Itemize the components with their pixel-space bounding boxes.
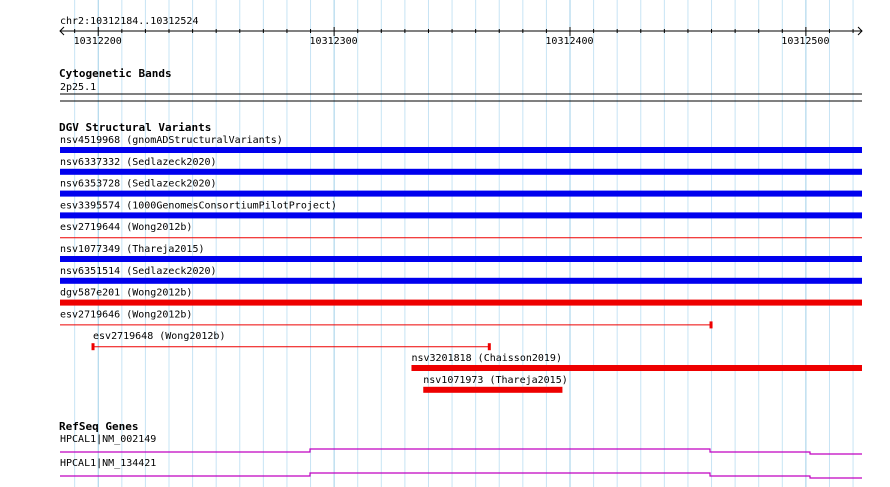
gene-line[interactable] — [60, 448, 862, 455]
dgv-feature[interactable]: nsv1071973 (Thareja2015) — [423, 375, 568, 393]
dgv-feature[interactable]: dgv587e201 (Wong2012b) — [60, 288, 862, 306]
feature-label[interactable]: nsv6353728 (Sedlazeck2020) — [60, 179, 217, 190]
refseq-gene[interactable]: HPCAL1|NM_134421 — [60, 458, 862, 479]
ruler-tick-label: 10312200 — [74, 36, 122, 47]
feature-label[interactable]: esv2719646 (Wong2012b) — [60, 309, 192, 320]
dgv-track: DGV Structural Variants nsv4519968 (gnom… — [59, 121, 862, 393]
dgv-feature[interactable]: nsv6351514 (Sedlazeck2020) — [60, 266, 862, 284]
feature-label[interactable]: nsv1071973 (Thareja2015) — [423, 375, 567, 386]
dgv-feature[interactable]: nsv6353728 (Sedlazeck2020) — [60, 179, 862, 197]
ruler-tick-label: 10312500 — [781, 36, 829, 47]
ruler: chr2:10312184..10312524 10312200 10312300… — [59, 16, 863, 47]
dgv-feature[interactable]: esv2719644 (Wong2012b) — [60, 222, 862, 239]
feature-bar[interactable] — [60, 299, 862, 306]
feature-bar[interactable] — [60, 147, 862, 153]
dgv-features: nsv4519968 (gnomADStructuralVariants) nsv… — [60, 135, 862, 393]
dgv-feature[interactable]: esv2719648 (Wong2012b) — [91, 331, 491, 351]
feature-label[interactable]: esv3395574 (1000GenomesConsortiumPilotPr… — [60, 200, 337, 211]
feature-label[interactable]: nsv6351514 (Sedlazeck2020) — [60, 266, 217, 277]
track-title-refseq: RefSeq Genes — [59, 420, 138, 433]
gene-label[interactable]: HPCAL1|NM_002149 — [60, 434, 156, 445]
track-title-cytoband: Cytogenetic Bands — [59, 67, 172, 80]
feature-label[interactable]: esv2719648 (Wong2012b) — [93, 331, 225, 342]
dgv-feature[interactable]: esv2719646 (Wong2012b) — [60, 309, 713, 329]
dgv-feature[interactable]: nsv3201818 (Chaisson2019) — [411, 353, 862, 371]
gene-line[interactable] — [60, 472, 862, 479]
feature-bar[interactable] — [411, 365, 862, 371]
feature-label[interactable]: nsv3201818 (Chaisson2019) — [411, 353, 562, 364]
feature-end-cap — [487, 343, 491, 351]
feature-label[interactable]: nsv4519968 (gnomADStructuralVariants) — [60, 135, 283, 146]
ruler-tick-label: 10312300 — [310, 36, 358, 47]
cytoband-label[interactable]: 2p25.1 — [60, 82, 96, 93]
feature-bar[interactable] — [60, 168, 862, 175]
refseq-features: HPCAL1|NM_002149 HPCAL1|NM_134421 — [60, 434, 862, 479]
dgv-feature[interactable]: nsv1077349 (Thareja2015) — [60, 244, 862, 262]
feature-end-cap — [709, 321, 713, 329]
dgv-feature[interactable]: nsv4519968 (gnomADStructuralVariants) — [60, 135, 862, 153]
feature-label[interactable]: nsv6337332 (Sedlazeck2020) — [60, 157, 217, 168]
dgv-feature[interactable]: nsv6337332 (Sedlazeck2020) — [60, 157, 862, 175]
feature-bar[interactable] — [60, 212, 862, 219]
feature-label[interactable]: nsv1077349 (Thareja2015) — [60, 244, 205, 255]
refseq-track: RefSeq Genes HPCAL1|NM_002149 HPCAL1|NM_1… — [59, 420, 862, 479]
feature-bar[interactable] — [60, 277, 862, 284]
refseq-gene[interactable]: HPCAL1|NM_002149 — [60, 434, 862, 455]
track-title-dgv: DGV Structural Variants — [59, 121, 211, 134]
region-label: chr2:10312184..10312524 — [60, 16, 198, 27]
genome-browser-view: chr2:10312184..10312524 10312200 10312300… — [59, 0, 863, 487]
gene-label[interactable]: HPCAL1|NM_134421 — [60, 458, 156, 469]
feature-label[interactable]: esv2719644 (Wong2012b) — [60, 222, 192, 233]
feature-bar[interactable] — [423, 386, 563, 393]
feature-start-cap — [91, 343, 95, 351]
ruler-tick-label: 10312400 — [545, 36, 593, 47]
feature-bar[interactable] — [60, 190, 862, 197]
dgv-feature[interactable]: esv3395574 (1000GenomesConsortiumPilotPr… — [60, 200, 862, 219]
cytoband-track: Cytogenetic Bands 2p25.1 — [59, 67, 862, 102]
feature-label[interactable]: dgv587e201 (Wong2012b) — [60, 288, 192, 299]
feature-bar[interactable] — [60, 256, 862, 262]
